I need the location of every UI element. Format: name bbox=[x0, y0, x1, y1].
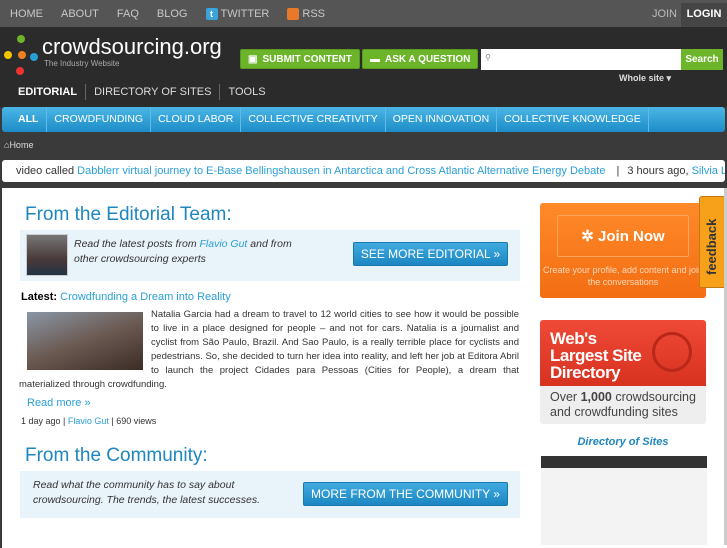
twitter-label: TWITTER bbox=[220, 7, 270, 20]
rss-label: RSS bbox=[302, 7, 326, 20]
latest-article-link[interactable]: Crowdfunding a Dream into Reality bbox=[60, 291, 231, 303]
directory-of-sites-link[interactable]: Directory of Sites bbox=[540, 436, 706, 448]
ticker-separator: | bbox=[616, 165, 620, 177]
cat-open-innovation[interactable]: OPEN INNOVATION bbox=[386, 107, 498, 132]
feedback-tab[interactable]: feedback bbox=[699, 196, 727, 288]
search-box: ⚲ bbox=[481, 49, 681, 70]
ask-question-button[interactable]: ▬ ASK A QUESTION bbox=[362, 49, 479, 69]
search-button[interactable]: Search bbox=[681, 49, 723, 70]
author-link[interactable]: Flavio Gut bbox=[199, 238, 247, 250]
article-meta: 1 day ago | Flavio Gut | 690 views bbox=[21, 416, 157, 426]
activity-ticker: video called Dabblerr virtual journey to… bbox=[2, 160, 725, 182]
cat-collective-creativity[interactable]: COLLECTIVE CREATIVITY bbox=[241, 107, 386, 132]
join-link[interactable]: JOIN bbox=[652, 8, 677, 20]
ticker-link[interactable]: Dabblerr virtual journey to E-Base Belli… bbox=[77, 165, 605, 177]
see-more-editorial-button[interactable]: SEE MORE EDITORIAL » bbox=[353, 242, 508, 266]
author-avatar bbox=[26, 234, 68, 276]
nav-about[interactable]: ABOUT bbox=[61, 8, 99, 20]
book-icon bbox=[652, 332, 692, 372]
join-now-card[interactable]: ✲ Join Now Create your profile, add cont… bbox=[540, 203, 706, 298]
nav-twitter[interactable]: t TWITTER bbox=[205, 7, 270, 20]
ticker-prefix: video called bbox=[16, 165, 78, 177]
category-nav: ALL CROWDFUNDING CLOUD LABOR COLLECTIVE … bbox=[2, 107, 725, 132]
search-scope-dropdown[interactable]: Whole site ▾ bbox=[619, 73, 671, 84]
join-subtext: Create your profile, add content and joi… bbox=[542, 265, 704, 287]
logo-tagline: The Industry Website bbox=[44, 59, 120, 68]
tab-directory[interactable]: DIRECTORY OF SITES bbox=[86, 84, 221, 100]
article-image[interactable] bbox=[27, 312, 143, 370]
directory-banner-sub: Over 1,000 crowdsourcing and crowdfundin… bbox=[550, 390, 696, 419]
twitter-icon: t bbox=[205, 7, 218, 20]
latest-line: Latest: Crowdfunding a Dream into Realit… bbox=[21, 291, 231, 303]
search-icon: ⚲ bbox=[485, 53, 491, 62]
community-intro: Read what the community has to say about… bbox=[33, 479, 261, 506]
tab-tools[interactable]: TOOLS bbox=[220, 84, 273, 100]
directory-banner-title: Web's Largest Site Directory bbox=[550, 329, 642, 382]
breadcrumb: ⌂Home bbox=[4, 140, 33, 150]
submit-label: SUBMIT CONTENT bbox=[262, 53, 352, 65]
cat-crowdfunding[interactable]: CROWDFUNDING bbox=[47, 107, 152, 132]
ticker-time: 3 hours ago, bbox=[627, 165, 692, 177]
editorial-title: From the Editorial Team: bbox=[25, 204, 232, 225]
rss-icon bbox=[287, 7, 300, 20]
cat-all[interactable]: ALL bbox=[2, 107, 48, 132]
search-input[interactable] bbox=[481, 49, 681, 70]
nav-faq[interactable]: FAQ bbox=[117, 8, 139, 20]
speech-bubble-icon: ▬ bbox=[370, 53, 380, 65]
breadcrumb-home[interactable]: Home bbox=[9, 140, 33, 150]
more-from-community-button[interactable]: MORE FROM THE COMMUNITY » bbox=[303, 482, 508, 506]
site-directory-banner[interactable]: Web's Largest Site Directory Over 1,000 … bbox=[540, 320, 706, 424]
nav-blog[interactable]: BLOG bbox=[157, 8, 188, 20]
article-excerpt: Natalia Garcia had a dream to travel to … bbox=[19, 309, 519, 390]
feedback-label: feedback bbox=[704, 218, 719, 275]
ask-label: ASK A QUESTION bbox=[385, 53, 471, 65]
read-more-link[interactable]: Read more » bbox=[27, 397, 91, 409]
top-bar: HOME ABOUT FAQ BLOG t TWITTER RSS JOIN LO… bbox=[0, 0, 727, 27]
cat-cloud-labor[interactable]: CLOUD LABOR bbox=[151, 107, 242, 132]
section-tabs: EDITORIAL DIRECTORY OF SITES TOOLS bbox=[10, 84, 274, 100]
cat-collective-knowledge[interactable]: COLLECTIVE KNOWLEDGE bbox=[497, 107, 649, 132]
editorial-box: Read the latest posts from Flavio Gut an… bbox=[20, 230, 520, 281]
latest-label: Latest: bbox=[21, 291, 58, 303]
join-icon: ✲ bbox=[581, 228, 599, 245]
logo[interactable]: crowdsourcing.org The Industry Website bbox=[4, 35, 222, 75]
join-now-label: Join Now bbox=[598, 228, 665, 245]
logo-name: crowdsourcing.org bbox=[42, 34, 222, 59]
community-box: Read what the community has to say about… bbox=[20, 471, 520, 518]
logo-icon bbox=[4, 35, 38, 75]
submit-content-button[interactable]: ▣ SUBMIT CONTENT bbox=[240, 49, 360, 69]
nav-home[interactable]: HOME bbox=[10, 8, 43, 20]
submit-icon: ▣ bbox=[248, 53, 258, 65]
meta-author-link[interactable]: Flavio Gut bbox=[68, 416, 109, 426]
tab-editorial[interactable]: EDITORIAL bbox=[10, 84, 87, 100]
login-button[interactable]: LOGIN bbox=[681, 3, 727, 27]
ticker-author[interactable]: Silvia L bbox=[692, 165, 725, 177]
directory-infographic[interactable] bbox=[541, 456, 707, 545]
editorial-intro: Read the latest posts from Flavio Gut an… bbox=[74, 238, 292, 265]
community-title: From the Community: bbox=[25, 445, 208, 466]
nav-rss[interactable]: RSS bbox=[287, 7, 326, 20]
